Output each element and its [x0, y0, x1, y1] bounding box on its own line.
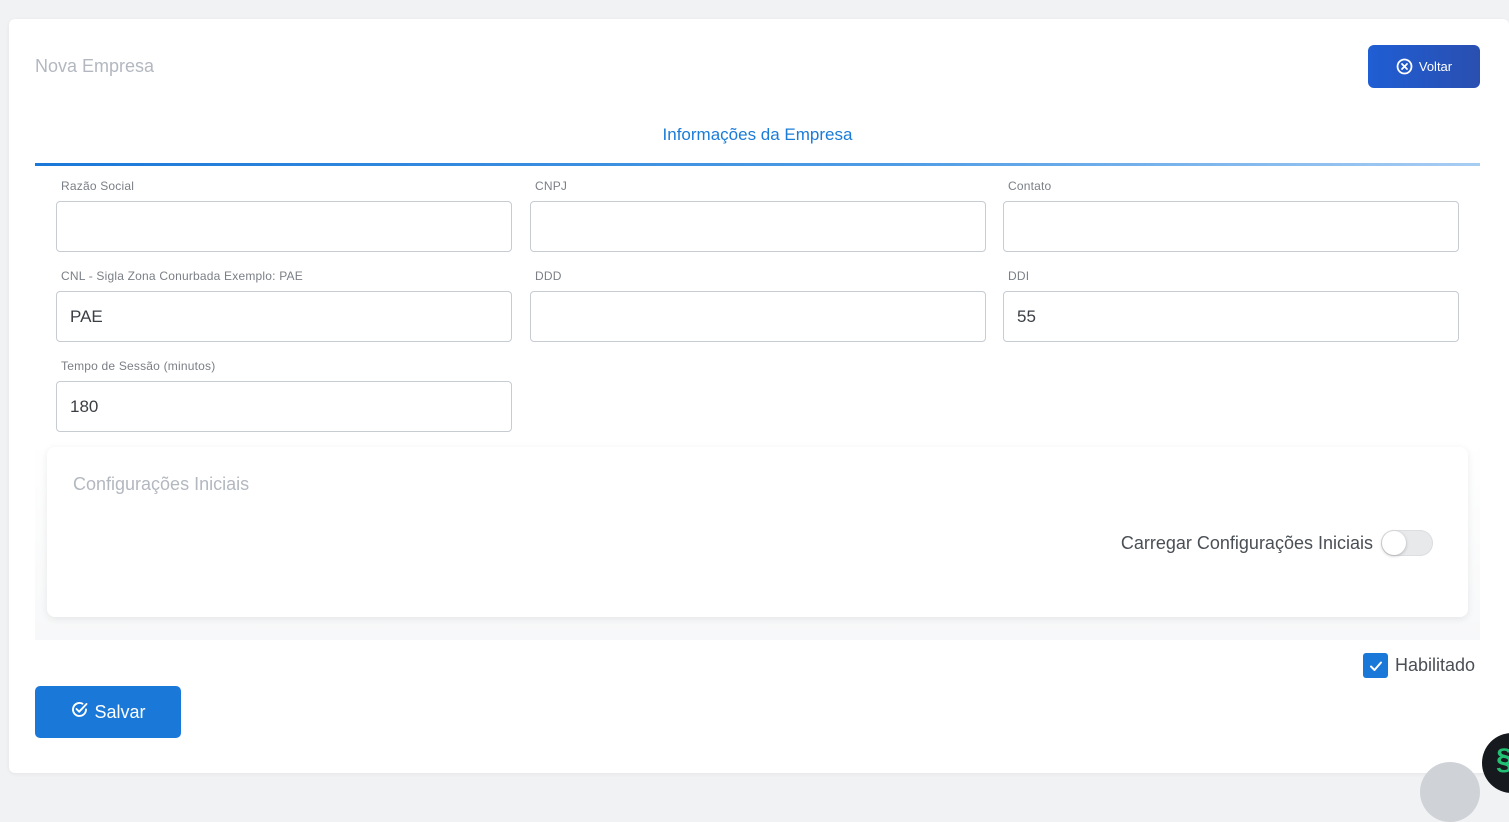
enabled-checkbox[interactable] — [1363, 653, 1388, 678]
chat-logo-icon: § — [1496, 743, 1509, 777]
checkmark-icon — [1369, 661, 1382, 671]
razao-social-label: Razão Social — [61, 179, 135, 193]
ddi-label: DDI — [1008, 269, 1030, 283]
ddi-input[interactable] — [1003, 291, 1459, 342]
tab-active-indicator — [35, 163, 1480, 166]
save-button-label: Salvar — [94, 701, 146, 722]
tab-label: Informações da Empresa — [662, 125, 853, 144]
cnl-input[interactable] — [56, 291, 512, 342]
scroll-top-button[interactable] — [1420, 762, 1480, 822]
config-panel: Configurações Iniciais Carregar Configur… — [47, 447, 1468, 617]
razao-social-input[interactable] — [56, 201, 512, 252]
tab-informacoes-empresa[interactable]: Informações da Empresa — [35, 118, 1480, 166]
close-circle-icon — [1396, 58, 1413, 75]
tempo-sessao-label: Tempo de Sessão (minutos) — [61, 359, 216, 373]
tempo-sessao-input[interactable] — [56, 381, 512, 432]
ddd-input[interactable] — [530, 291, 986, 342]
load-config-toggle-row: Carregar Configurações Iniciais — [1121, 530, 1433, 556]
load-config-toggle-label: Carregar Configurações Iniciais — [1120, 532, 1373, 553]
save-button[interactable]: Salvar — [35, 686, 181, 738]
check-circle-icon — [70, 700, 89, 724]
cnpj-input[interactable] — [530, 201, 986, 252]
enabled-label: Habilitado — [1395, 655, 1476, 675]
cnl-label: CNL - Sigla Zona Conurbada Exemplo: PAE — [61, 269, 303, 283]
toggle-knob — [1382, 531, 1406, 555]
contato-label: Contato — [1008, 179, 1052, 193]
back-button-label: Voltar — [1418, 59, 1453, 74]
cnpj-label: CNPJ — [535, 179, 568, 193]
contato-input[interactable] — [1003, 201, 1459, 252]
load-config-toggle[interactable] — [1381, 530, 1433, 556]
ddd-label: DDD — [535, 269, 562, 283]
back-button[interactable]: Voltar — [1368, 45, 1480, 88]
enabled-checkbox-row: Habilitado — [1363, 653, 1475, 678]
page-title: Nova Empresa — [35, 56, 155, 76]
config-panel-title: Configurações Iniciais — [73, 474, 250, 494]
